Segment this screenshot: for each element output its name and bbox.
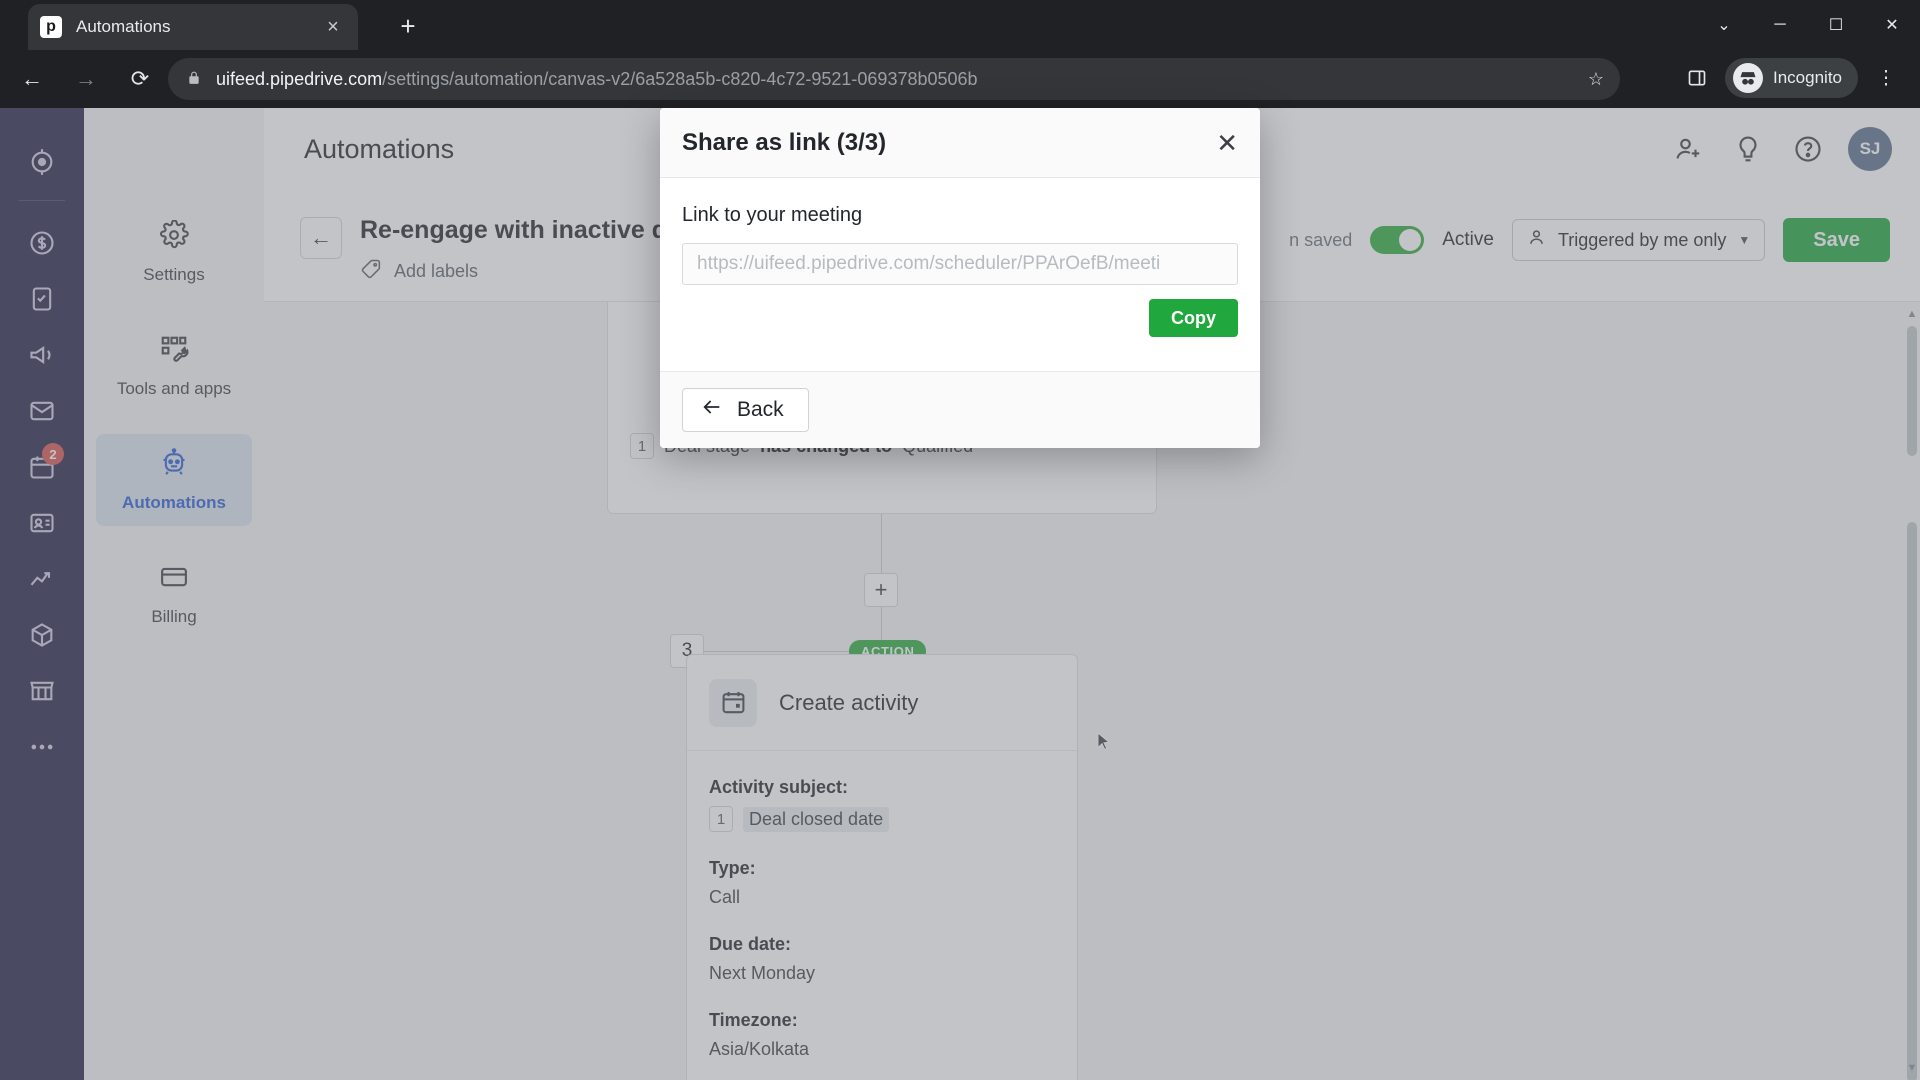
- url-path: /settings/automation/canvas-v2/6a528a5b-…: [382, 68, 978, 89]
- link-field-label: Link to your meeting: [682, 204, 863, 226]
- meeting-link-input[interactable]: [682, 243, 1238, 285]
- browser-tab[interactable]: p Automations ×: [28, 4, 358, 50]
- copy-button[interactable]: Copy: [1149, 299, 1238, 337]
- side-panel-icon[interactable]: [1677, 58, 1717, 98]
- bookmark-star-icon[interactable]: ☆: [1588, 69, 1604, 90]
- modal-header: Share as link (3/3) ✕: [660, 108, 1260, 178]
- url-text: uifeed.pipedrive.com/settings/automation…: [216, 69, 1578, 90]
- toolbar-right: Incognito ⋮: [1677, 58, 1906, 98]
- arrow-left-icon: [701, 396, 723, 424]
- back-button[interactable]: Back: [682, 388, 809, 432]
- close-window-icon[interactable]: ✕: [1864, 0, 1920, 50]
- copy-row: Copy: [682, 299, 1238, 337]
- browser-menu-icon[interactable]: ⋮: [1866, 58, 1906, 98]
- lock-icon: [184, 71, 204, 88]
- minimize-icon[interactable]: ─: [1752, 0, 1808, 50]
- reload-icon[interactable]: ⟳: [118, 57, 162, 101]
- maximize-icon[interactable]: ☐: [1808, 0, 1864, 50]
- minimize-group-icon[interactable]: ⌄: [1696, 0, 1752, 50]
- url-host: uifeed.pipedrive.com: [216, 68, 383, 89]
- incognito-label: Incognito: [1773, 68, 1842, 87]
- share-as-link-modal: Share as link (3/3) ✕ Link to your meeti…: [660, 108, 1260, 448]
- back-icon[interactable]: ←: [10, 57, 54, 101]
- modal-footer: Back: [660, 371, 1260, 448]
- back-button-label: Back: [737, 398, 784, 421]
- pipedrive-favicon: p: [40, 16, 62, 38]
- modal-title: Share as link (3/3): [682, 128, 887, 156]
- incognito-icon: [1733, 63, 1763, 93]
- tab-title: Automations: [76, 17, 171, 36]
- address-bar[interactable]: uifeed.pipedrive.com/settings/automation…: [168, 58, 1620, 100]
- browser-chrome: p Automations × + ⌄ ─ ☐ ✕ ← → ⟳ uifeed.p…: [0, 0, 1920, 108]
- new-tab-icon[interactable]: +: [390, 8, 426, 44]
- close-tab-icon[interactable]: ×: [320, 16, 346, 39]
- modal-body: Link to your meeting Copy: [660, 178, 1260, 371]
- forward-icon[interactable]: →: [64, 57, 108, 101]
- window-controls: ⌄ ─ ☐ ✕: [1696, 0, 1920, 50]
- close-icon[interactable]: ✕: [1216, 130, 1238, 156]
- incognito-indicator[interactable]: Incognito: [1725, 58, 1858, 98]
- browser-toolbar: ← → ⟳ uifeed.pipedrive.com/settings/auto…: [0, 50, 1920, 108]
- tab-strip: p Automations × + ⌄ ─ ☐ ✕: [0, 0, 1920, 50]
